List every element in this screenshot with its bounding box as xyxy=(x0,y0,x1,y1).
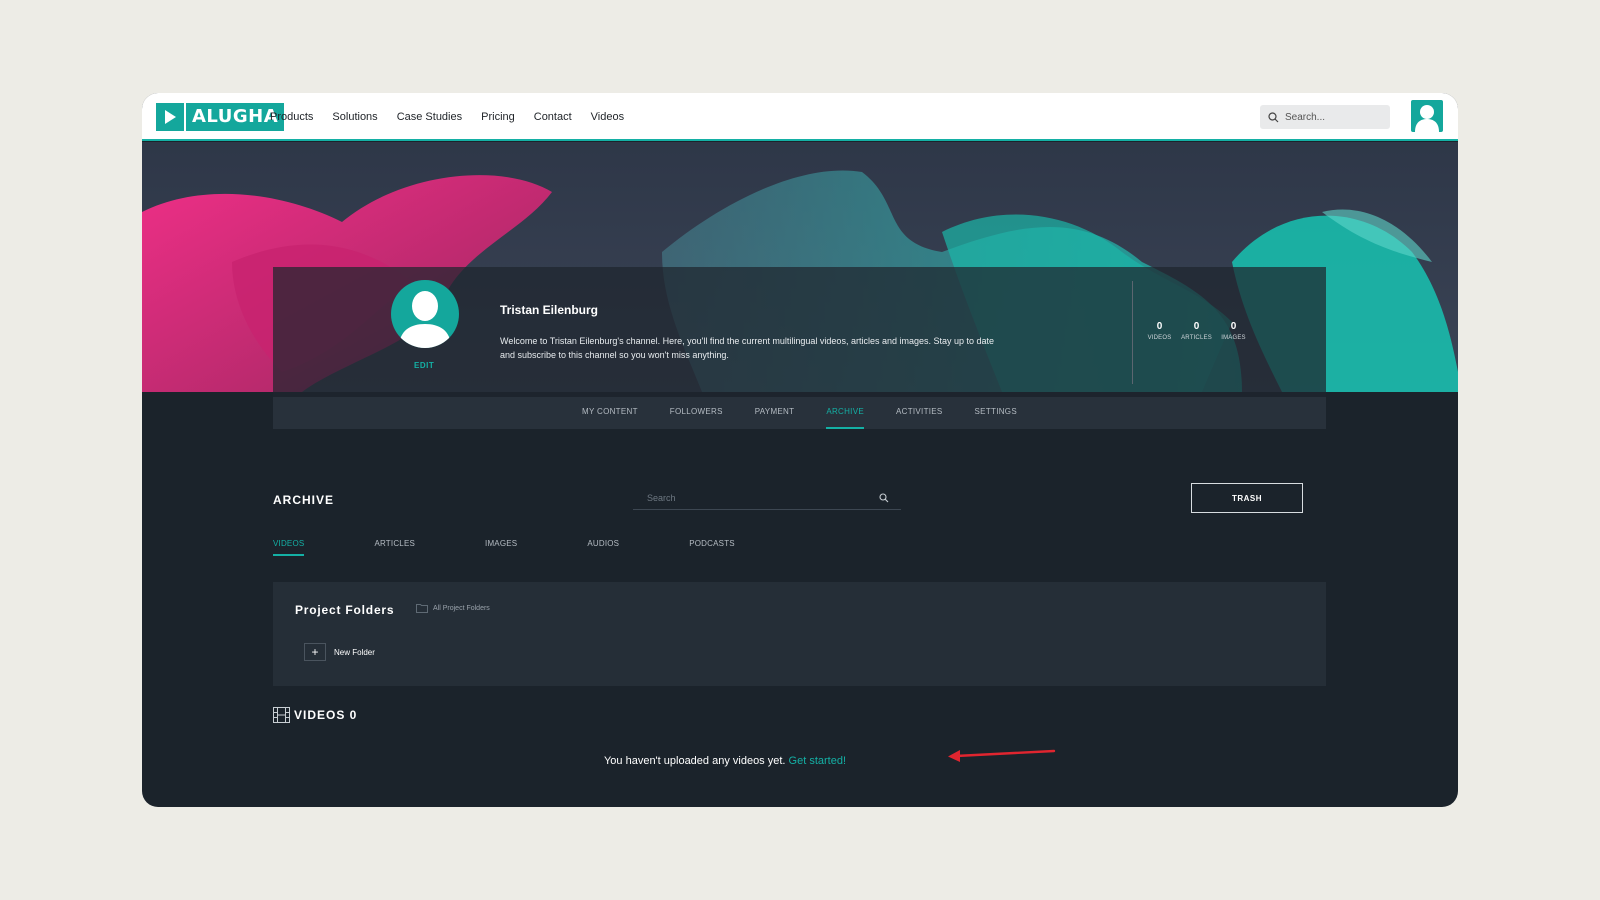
videos-section-heading: VIDEOS 0 xyxy=(273,707,357,723)
project-folders-title: Project Folders xyxy=(295,603,395,617)
stats-divider xyxy=(1132,281,1133,384)
search-icon[interactable] xyxy=(879,492,889,503)
browser-window: ALUGHA Products Solutions Case Studies P… xyxy=(142,93,1458,807)
stat-images-label: IMAGES xyxy=(1221,335,1246,341)
profile-tabs: MY CONTENT FOLLOWERS PAYMENT ARCHIVE ACT… xyxy=(273,397,1326,429)
folder-icon xyxy=(416,604,428,613)
stat-videos-count: 0 xyxy=(1156,321,1163,332)
archive-title: ARCHIVE xyxy=(273,493,335,507)
tab-videos[interactable]: VIDEOS xyxy=(273,539,305,556)
tab-activities[interactable]: ACTIVITIES xyxy=(896,397,943,429)
trash-button[interactable]: TRASH xyxy=(1191,483,1303,513)
stat-articles: 0 ARTICLES xyxy=(1178,321,1215,341)
top-navigation: ALUGHA Products Solutions Case Studies P… xyxy=(142,93,1458,141)
tab-settings[interactable]: SETTINGS xyxy=(975,397,1017,429)
empty-state-message: You haven't uploaded any videos yet. Get… xyxy=(142,755,1458,767)
channel-description: Welcome to Tristan Eilenburg's channel. … xyxy=(500,336,995,360)
play-icon xyxy=(156,103,184,131)
red-arrow-annotation-icon xyxy=(948,749,1056,762)
empty-state-text: You haven't uploaded any videos yet. xyxy=(603,755,786,767)
videos-count-heading: VIDEOS 0 xyxy=(294,708,358,722)
search-icon xyxy=(1268,111,1279,122)
nav-link-case-studies[interactable]: Case Studies xyxy=(397,111,462,123)
stat-images: 0 IMAGES xyxy=(1215,321,1252,341)
user-avatar-icon[interactable] xyxy=(1411,100,1443,132)
tab-followers[interactable]: FOLLOWERS xyxy=(670,397,723,429)
profile-card: EDIT Tristan Eilenburg Welcome to Trista… xyxy=(273,267,1326,397)
tab-archive[interactable]: ARCHIVE xyxy=(826,397,864,429)
tab-my-content[interactable]: MY CONTENT xyxy=(582,397,638,429)
plus-icon: + xyxy=(304,643,326,661)
get-started-link[interactable]: Get started! xyxy=(789,755,846,767)
edit-profile-link[interactable]: EDIT xyxy=(414,361,434,370)
archive-search-box[interactable] xyxy=(633,486,901,510)
stat-articles-label: ARTICLES xyxy=(1181,335,1212,341)
all-project-folders-link[interactable]: All Project Folders xyxy=(416,604,490,613)
new-folder-label: New Folder xyxy=(334,647,375,657)
tab-articles[interactable]: ARTICLES xyxy=(374,539,415,553)
tab-images[interactable]: IMAGES xyxy=(485,539,517,553)
stat-videos: 0 VIDEOS xyxy=(1141,321,1178,341)
nav-link-pricing[interactable]: Pricing xyxy=(481,111,515,123)
new-folder-button[interactable]: + New Folder xyxy=(304,643,375,661)
stat-videos-label: VIDEOS xyxy=(1147,335,1172,341)
all-project-folders-label: All Project Folders xyxy=(433,605,490,612)
nav-search-input[interactable] xyxy=(1285,111,1385,123)
tab-podcasts[interactable]: PODCASTS xyxy=(689,539,735,553)
tab-audios[interactable]: AUDIOS xyxy=(587,539,619,553)
archive-search-input[interactable] xyxy=(633,492,879,503)
channel-name: Tristan Eilenburg xyxy=(500,303,599,317)
nav-links: Products Solutions Case Studies Pricing … xyxy=(270,93,643,141)
media-type-tabs: VIDEOS ARTICLES IMAGES AUDIOS PODCASTS xyxy=(273,539,735,556)
nav-link-contact[interactable]: Contact xyxy=(534,111,572,123)
nav-link-videos[interactable]: Videos xyxy=(591,111,624,123)
film-icon xyxy=(273,707,290,723)
stat-articles-count: 0 xyxy=(1193,321,1200,332)
project-folders-panel: Project Folders All Project Folders + Ne… xyxy=(273,582,1326,686)
alugha-logo[interactable]: ALUGHA xyxy=(156,103,285,131)
tab-payment[interactable]: PAYMENT xyxy=(755,397,795,429)
stat-images-count: 0 xyxy=(1230,321,1237,332)
nav-search-box[interactable] xyxy=(1260,105,1390,129)
channel-stats: 0 VIDEOS 0 ARTICLES 0 IMAGES xyxy=(1141,321,1252,341)
profile-avatar-icon[interactable] xyxy=(391,280,459,348)
nav-link-solutions[interactable]: Solutions xyxy=(332,111,377,123)
nav-link-products[interactable]: Products xyxy=(270,111,313,123)
